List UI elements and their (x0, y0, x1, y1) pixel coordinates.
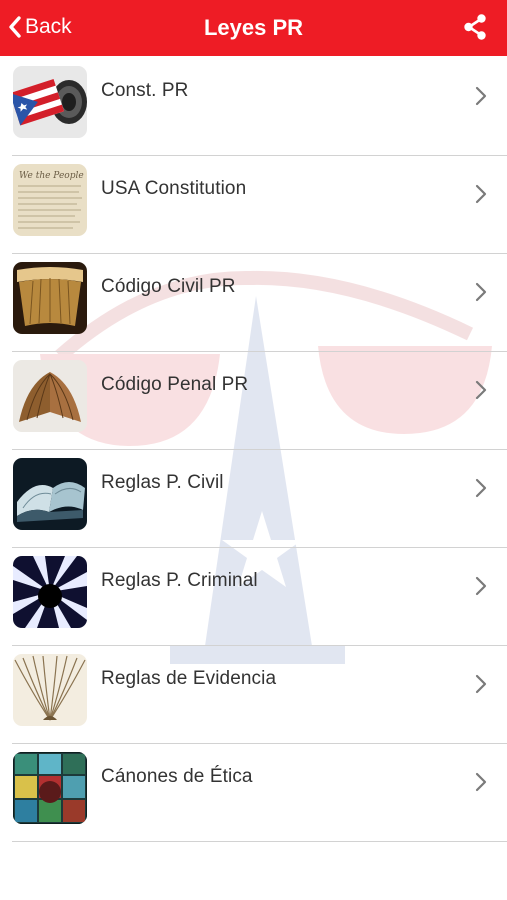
svg-text:We the People: We the People (19, 171, 84, 181)
list-item-label: Reglas de Evidencia (101, 668, 277, 689)
list-item-reglas-evidencia[interactable]: Reglas de Evidencia (0, 646, 507, 744)
pr-flag-icon (13, 66, 87, 138)
light-burst-icon (13, 556, 87, 628)
laws-list: Const. PR We the People USA Constitution… (0, 58, 507, 842)
list-item-label: Cánones de Ética (101, 766, 253, 787)
parchment-document-icon: We the People (13, 164, 87, 236)
fanned-book-icon (13, 360, 87, 432)
chevron-right-icon (475, 86, 487, 106)
list-item-label: Reglas P. Criminal (101, 570, 258, 591)
open-book-icon (13, 458, 87, 530)
list-item-reglas-criminal[interactable]: Reglas P. Criminal (0, 548, 507, 646)
list-item-canones-etica[interactable]: Cánones de Ética (0, 744, 507, 842)
page-title: Leyes PR (203, 15, 304, 40)
book-pages-icon (13, 654, 87, 726)
list-item-label: Reglas P. Civil (101, 472, 224, 493)
chevron-right-icon (475, 576, 487, 596)
chevron-right-icon (475, 184, 487, 204)
share-button[interactable] (461, 13, 489, 41)
chevron-right-icon (475, 674, 487, 694)
stained-glass-icon (13, 752, 87, 824)
chevron-right-icon (475, 380, 487, 400)
share-icon (461, 14, 489, 45)
nav-bar: Back Leyes PR (0, 0, 507, 56)
list-item-label: USA Constitution (101, 178, 247, 199)
chevron-right-icon (475, 478, 487, 498)
list-item-codigo-civil[interactable]: Código Civil PR (0, 254, 507, 352)
list-item-label: Código Civil PR (101, 276, 236, 297)
list-item-reglas-civil[interactable]: Reglas P. Civil (0, 450, 507, 548)
list-item-usa-constitution[interactable]: We the People USA Constitution (0, 156, 507, 254)
list-item-const-pr[interactable]: Const. PR (0, 58, 507, 156)
list-item-label: Código Penal PR (101, 374, 249, 395)
app-screen: Back Leyes PR Const. PR We the People US… (0, 0, 507, 900)
chevron-right-icon (475, 772, 487, 792)
chevron-right-icon (475, 282, 487, 302)
open-book-icon (13, 262, 87, 334)
list-item-label: Const. PR (101, 80, 189, 101)
list-item-codigo-penal[interactable]: Código Penal PR (0, 352, 507, 450)
